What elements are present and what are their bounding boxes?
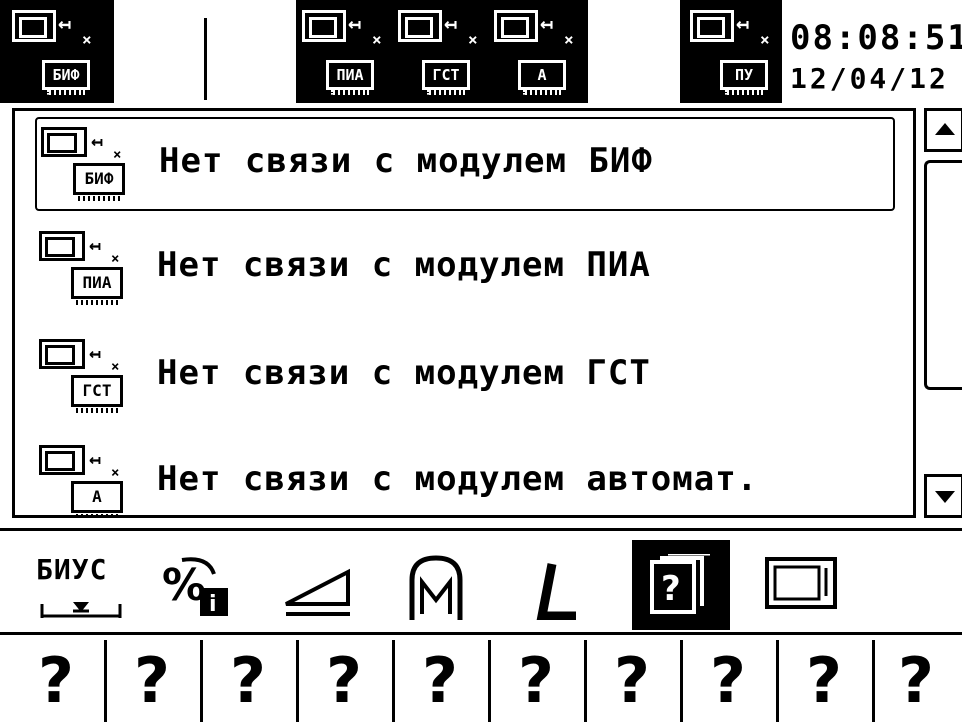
softkey-5[interactable]: ? bbox=[392, 640, 488, 722]
list-item[interactable]: ↤ × ПИА Нет связи с модулем ПИА bbox=[35, 223, 895, 317]
list-item[interactable]: ↤ × БИФ Нет связи с модулем БИФ bbox=[35, 117, 895, 211]
module-status-bif[interactable]: ↤ × БИФ bbox=[0, 0, 114, 103]
module-chip-label: А bbox=[518, 60, 566, 95]
message-text: Нет связи с модулем ГСТ bbox=[157, 353, 651, 393]
module-chip-label: ПУ bbox=[720, 60, 768, 95]
help-pages-button[interactable]: ? bbox=[632, 540, 730, 630]
module-status-a[interactable]: ↤ × А bbox=[488, 0, 578, 103]
link-lost-icon: ↤ × ГСТ bbox=[39, 337, 139, 423]
scroll-down-button[interactable] bbox=[924, 474, 962, 518]
help-pages-icon: ? bbox=[650, 554, 710, 614]
svg-text:i: i bbox=[209, 592, 217, 617]
module-chip-label: БИФ bbox=[73, 163, 125, 201]
link-lost-icon: ↤ × ПУ bbox=[684, 0, 774, 103]
arrow-down-icon bbox=[935, 491, 955, 503]
status-divider bbox=[204, 18, 207, 100]
message-text: Нет связи с модулем БИФ bbox=[159, 141, 653, 181]
module-status-group: ↤ × ПИА ↤ × ГСТ ↤ × А bbox=[296, 0, 588, 103]
list-item[interactable]: ↤ × ГСТ Нет связи с модулем ГСТ bbox=[35, 331, 895, 425]
arrow-up-icon bbox=[935, 123, 955, 135]
scroll-up-button[interactable] bbox=[924, 108, 962, 152]
module-status-pia[interactable]: ↤ × ПИА bbox=[296, 0, 386, 103]
link-lost-icon: ↤ × ПИА bbox=[39, 229, 139, 315]
message-text: Нет связи с модулем ПИА bbox=[157, 245, 651, 285]
biu-scale-icon bbox=[40, 602, 122, 618]
module-chip-label: А bbox=[71, 481, 123, 515]
divider bbox=[0, 632, 962, 635]
link-lost-icon: ↤ × БИФ bbox=[6, 0, 96, 103]
slope-icon[interactable] bbox=[282, 568, 354, 618]
module-chip-label: ГСТ bbox=[422, 60, 470, 95]
message-text: Нет связи с модулем автомат. bbox=[157, 459, 759, 499]
svg-text:?: ? bbox=[661, 569, 681, 609]
module-status-pu[interactable]: ↤ × ПУ bbox=[680, 0, 782, 103]
module-chip-label: ПИА bbox=[71, 267, 123, 305]
softkey-9[interactable]: ? bbox=[776, 640, 872, 722]
list-item[interactable]: ↤ × А Нет связи с модулем автомат. bbox=[35, 437, 895, 515]
scrollbar-thumb[interactable] bbox=[924, 160, 962, 390]
link-lost-icon: ↤ × БИФ bbox=[41, 125, 141, 211]
softkey-8[interactable]: ? bbox=[680, 640, 776, 722]
softkey-7[interactable]: ? bbox=[584, 640, 680, 722]
message-list: ↤ × БИФ Нет связи с модулем БИФ ↤ × ПИА Не… bbox=[12, 108, 916, 518]
module-status-gst[interactable]: ↤ × ГСТ bbox=[392, 0, 482, 103]
softkey-2[interactable]: ? bbox=[104, 640, 200, 722]
softkey-10[interactable]: ? bbox=[868, 640, 962, 722]
module-chip-label: ПИА bbox=[326, 60, 374, 95]
softkey-1[interactable]: ? bbox=[8, 640, 104, 722]
monitor-icon[interactable] bbox=[764, 556, 838, 612]
no-info-icon[interactable]: % i bbox=[160, 556, 232, 618]
angle-icon[interactable] bbox=[536, 560, 580, 620]
module-chip-label: БИФ bbox=[42, 60, 90, 95]
motor-icon[interactable] bbox=[408, 554, 464, 622]
divider bbox=[0, 528, 962, 531]
clock-time: 08:08:51 bbox=[790, 18, 962, 58]
softkey-4[interactable]: ? bbox=[296, 640, 392, 722]
biu-label: БИУС bbox=[36, 553, 108, 586]
svg-text:%: % bbox=[162, 560, 206, 611]
softkey-6[interactable]: ? bbox=[488, 640, 584, 722]
softkey-3[interactable]: ? bbox=[200, 640, 296, 722]
link-lost-icon: ↤ × А bbox=[39, 443, 139, 515]
module-chip-label: ГСТ bbox=[71, 375, 123, 413]
clock-date: 12/04/12 bbox=[790, 62, 949, 95]
